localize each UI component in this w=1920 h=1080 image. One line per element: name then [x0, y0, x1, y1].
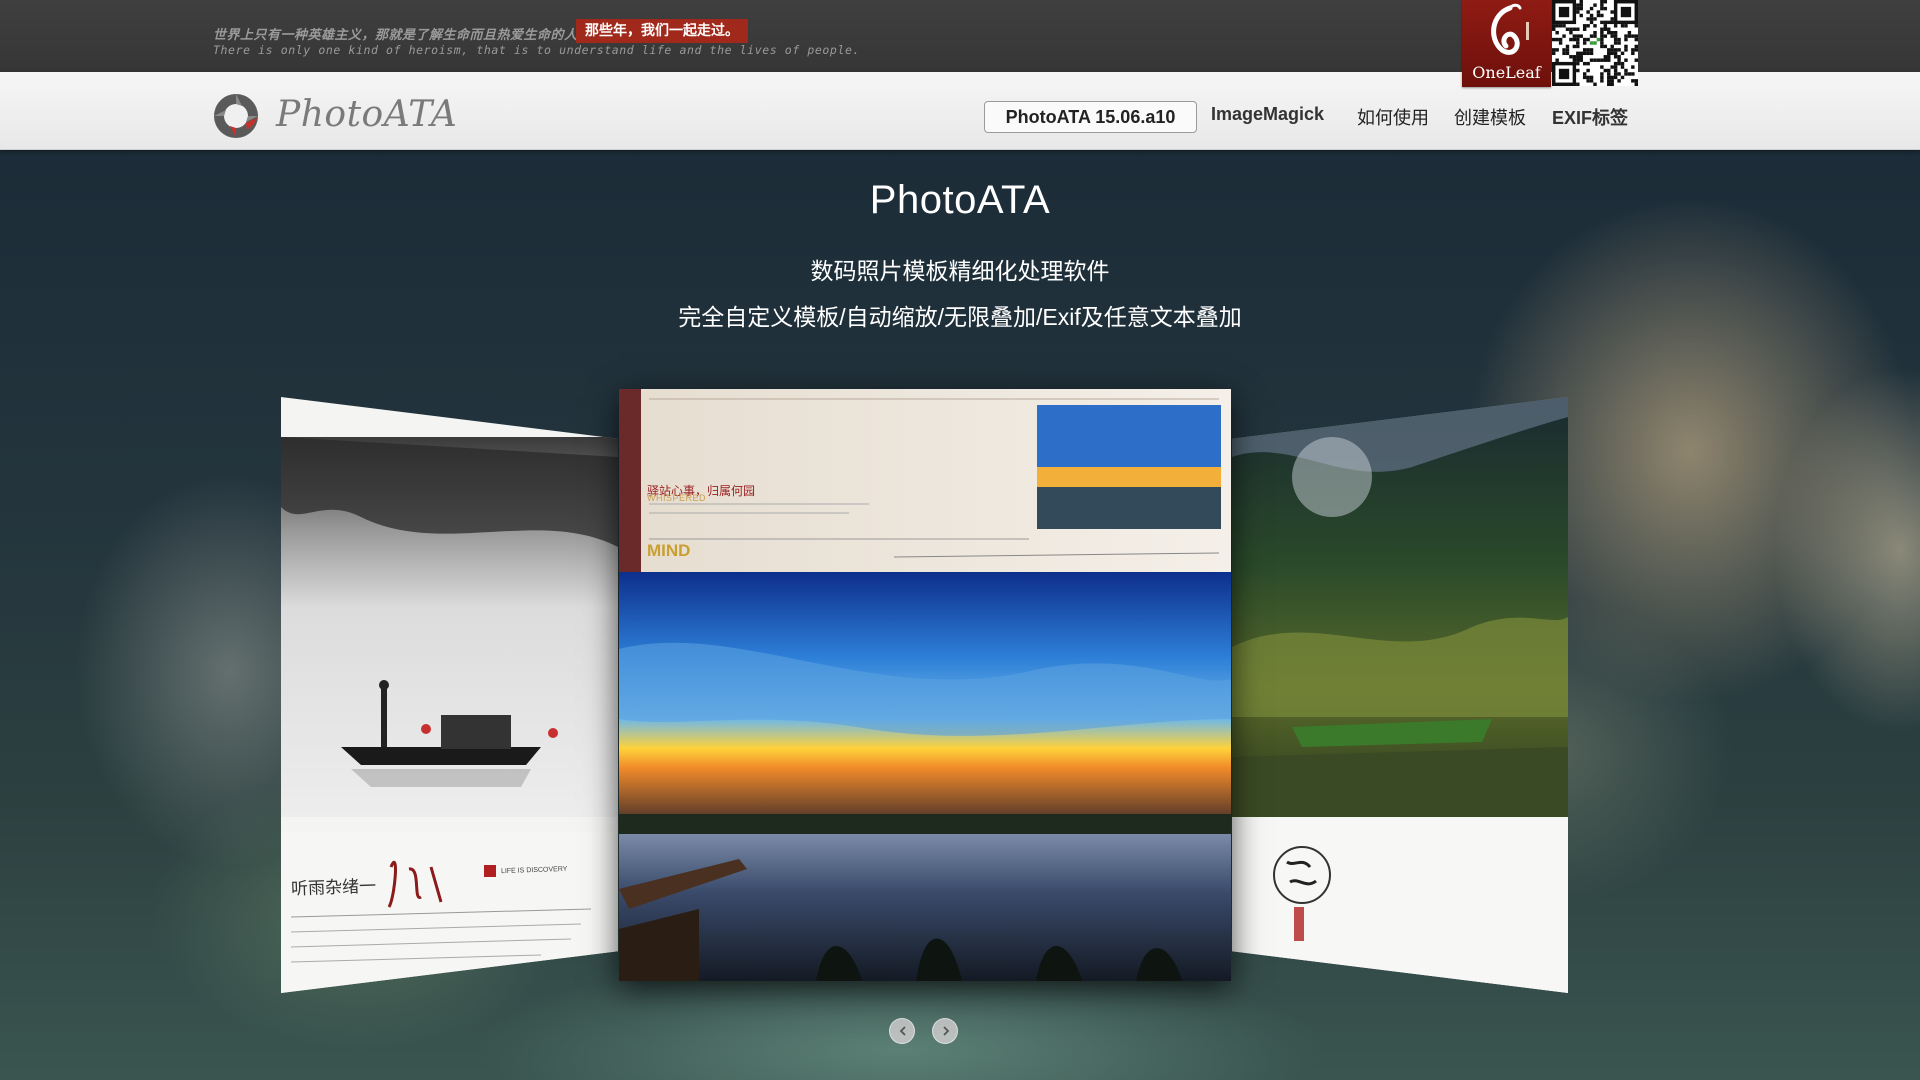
chevron-right-icon: [943, 1026, 950, 1036]
oneleaf-brush-icon: [1491, 3, 1529, 55]
nav-item-imagemagick[interactable]: ImageMagick: [1211, 104, 1324, 125]
carousel-next-button[interactable]: [932, 1018, 958, 1044]
carousel-slide-right[interactable]: [1232, 397, 1568, 993]
site-logo-text[interactable]: PhotoATA: [276, 94, 457, 135]
chevron-left-icon: [899, 1026, 906, 1036]
carousel-slide-left[interactable]: 听雨杂绪一 LIFE IS DISCOVERY: [281, 397, 618, 993]
oneleaf-logo-text: OneLeaf: [1472, 63, 1541, 82]
nav-version-button[interactable]: PhotoATA 15.06.a10: [984, 101, 1197, 133]
nav-item-create-template[interactable]: 创建模板: [1454, 104, 1526, 130]
center-slide-mind: MIND: [647, 541, 691, 560]
qr-code-pattern: [1552, 0, 1638, 86]
nav-item-exif-tags[interactable]: EXIF标签: [1552, 104, 1628, 130]
nav-item-how-to-use[interactable]: 如何使用: [1357, 104, 1429, 130]
hero-section: PhotoATA 数码照片模板精细化处理软件 完全自定义模板/自动缩放/无限叠加…: [0, 150, 1920, 1080]
hero-features: 完全自定义模板/自动缩放/无限叠加/Exif及任意文本叠加: [678, 304, 1242, 330]
carousel-slide-center[interactable]: 驿站心事，归属何园 WHISPERED MIND: [619, 389, 1231, 981]
center-slide-whispered: WHISPERED: [647, 493, 707, 503]
forest-photo: [1232, 397, 1568, 993]
photoata-logo-icon[interactable]: [212, 92, 260, 140]
qr-code: [1552, 0, 1638, 86]
hero-subtitle: 数码照片模板精细化处理软件: [810, 258, 1110, 284]
carousel-prev-button[interactable]: [889, 1018, 915, 1044]
boat-photo: [281, 437, 618, 993]
sunset-photo: 驿站心事，归属何园: [619, 389, 1231, 981]
slogan-chinese: 世界上只有一种英雄主义，那就是了解生命而且热爱生命的人。: [213, 28, 592, 43]
slogan-english: There is only one kind of heroism, that …: [213, 43, 861, 57]
slogan-tag: 那些年，我们一起走过。: [576, 19, 748, 43]
slide-left-caption: 听雨杂绪一: [290, 876, 377, 899]
hero-title: PhotoATA: [869, 178, 1051, 222]
oneleaf-logo[interactable]: OneLeaf: [1462, 0, 1551, 87]
